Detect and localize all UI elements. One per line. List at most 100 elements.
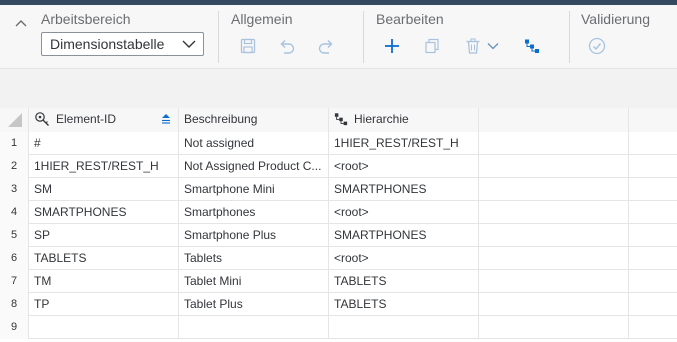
empty-cell[interactable]: [629, 132, 677, 155]
copy-button[interactable]: [421, 35, 443, 57]
element-id-cell[interactable]: #: [29, 132, 179, 155]
empty-cell[interactable]: [479, 132, 629, 155]
table-row[interactable]: 4 SMARTPHONES Smartphones <root>: [0, 201, 677, 224]
redo-icon: [318, 40, 333, 54]
table-row[interactable]: 5 SP Smartphone Plus SMARTPHONES: [0, 224, 677, 247]
description-cell[interactable]: Tablets: [179, 247, 329, 270]
general-title: Allgemein: [231, 11, 293, 27]
description-cell[interactable]: Not Assigned Product C...: [179, 155, 329, 178]
empty-cell[interactable]: [479, 293, 629, 316]
column-header-description[interactable]: Beschreibung: [179, 108, 329, 132]
validate-button[interactable]: [586, 35, 608, 57]
table-row[interactable]: 2 1HIER_REST/REST_H Not Assigned Product…: [0, 155, 677, 178]
empty-cell[interactable]: [479, 155, 629, 178]
description-cell[interactable]: Smartphone Plus: [179, 224, 329, 247]
empty-cell[interactable]: [479, 201, 629, 224]
description-cell[interactable]: Smartphone Mini: [179, 178, 329, 201]
empty-cell[interactable]: [629, 178, 677, 201]
column-header-label: Element-ID: [56, 112, 117, 126]
hierarchy-icon: [334, 113, 348, 125]
table-row[interactable]: 1 # Not assigned 1HIER_REST/REST_H: [0, 132, 677, 155]
table-row[interactable]: 6 TABLETS Tablets <root>: [0, 247, 677, 270]
table-row[interactable]: 8 TP Tablet Plus TABLETS: [0, 293, 677, 316]
empty-cell[interactable]: [479, 178, 629, 201]
hierarchy-button[interactable]: [521, 35, 543, 57]
empty-cell[interactable]: [629, 224, 677, 247]
element-id-cell[interactable]: [29, 316, 179, 339]
empty-cell[interactable]: [479, 316, 629, 339]
workspace-title: Arbeitsbereich: [41, 11, 131, 27]
empty-cell[interactable]: [479, 247, 629, 270]
element-id-cell[interactable]: SP: [29, 224, 179, 247]
row-number[interactable]: 1: [0, 132, 29, 155]
key-search-icon: [35, 112, 49, 126]
redo-button[interactable]: [315, 35, 337, 57]
column-header-element-id[interactable]: Element-ID: [29, 108, 179, 132]
delete-options-button[interactable]: [484, 35, 502, 57]
corner-triangle-icon: [8, 113, 22, 127]
element-id-cell[interactable]: 1HIER_REST/REST_H: [29, 155, 179, 178]
column-header-hierarchy[interactable]: Hierarchie: [329, 108, 479, 132]
save-button[interactable]: [237, 35, 259, 57]
row-number[interactable]: 9: [0, 316, 29, 339]
delete-icon: [466, 38, 480, 54]
workspace-select[interactable]: Dimensionstabelle: [41, 32, 204, 56]
description-cell[interactable]: Not assigned: [179, 132, 329, 155]
table-row[interactable]: 7 TM Tablet Mini TABLETS: [0, 270, 677, 293]
row-number[interactable]: 5: [0, 224, 29, 247]
element-id-cell[interactable]: SM: [29, 178, 179, 201]
empty-cell[interactable]: [479, 270, 629, 293]
row-number[interactable]: 6: [0, 247, 29, 270]
hierarchy-cell[interactable]: <root>: [329, 201, 479, 224]
column-header-label: Beschreibung: [184, 112, 258, 126]
workspace-section: Arbeitsbereich Dimensionstabelle: [0, 5, 218, 68]
column-header-empty[interactable]: [629, 108, 677, 132]
add-button[interactable]: [381, 35, 403, 57]
secondary-toolbar: [0, 69, 677, 109]
row-number[interactable]: 3: [0, 178, 29, 201]
description-cell[interactable]: [179, 316, 329, 339]
empty-cell[interactable]: [629, 155, 677, 178]
row-number[interactable]: 7: [0, 270, 29, 293]
hierarchy-cell[interactable]: TABLETS: [329, 270, 479, 293]
edit-section: Bearbeiten: [364, 5, 569, 68]
empty-cell[interactable]: [629, 316, 677, 339]
select-all-corner[interactable]: [0, 108, 29, 132]
empty-cell[interactable]: [629, 247, 677, 270]
column-header-label: Hierarchie: [354, 112, 409, 126]
undo-button[interactable]: [276, 35, 298, 57]
element-id-cell[interactable]: SMARTPHONES: [29, 201, 179, 224]
chevron-down-icon: [182, 40, 196, 48]
row-number[interactable]: 4: [0, 201, 29, 224]
chevron-up-icon: [15, 20, 27, 27]
table-row[interactable]: 9: [0, 316, 677, 339]
hierarchy-cell[interactable]: TABLETS: [329, 293, 479, 316]
hierarchy-cell[interactable]: <root>: [329, 155, 479, 178]
delete-button[interactable]: [462, 35, 484, 57]
table-row[interactable]: 3 SM Smartphone Mini SMARTPHONES: [0, 178, 677, 201]
row-number[interactable]: 8: [0, 293, 29, 316]
description-cell[interactable]: Smartphones: [179, 201, 329, 224]
hierarchy-cell[interactable]: SMARTPHONES: [329, 224, 479, 247]
empty-cell[interactable]: [479, 224, 629, 247]
hierarchy-cell[interactable]: 1HIER_REST/REST_H: [329, 132, 479, 155]
hierarchy-cell[interactable]: SMARTPHONES: [329, 178, 479, 201]
collapse-toolbar-button[interactable]: [11, 13, 31, 33]
column-header-empty[interactable]: [479, 108, 629, 132]
empty-cell[interactable]: [629, 201, 677, 224]
description-cell[interactable]: Tablet Mini: [179, 270, 329, 293]
validation-title: Validierung: [581, 11, 651, 27]
sort-icon[interactable]: [160, 113, 172, 125]
undo-icon: [280, 40, 295, 54]
element-id-cell[interactable]: TP: [29, 293, 179, 316]
add-icon: [385, 39, 399, 53]
hierarchy-cell[interactable]: <root>: [329, 247, 479, 270]
description-cell[interactable]: Tablet Plus: [179, 293, 329, 316]
hierarchy-cell[interactable]: [329, 316, 479, 339]
empty-cell[interactable]: [629, 293, 677, 316]
element-id-cell[interactable]: TABLETS: [29, 247, 179, 270]
row-number[interactable]: 2: [0, 155, 29, 178]
empty-cell[interactable]: [629, 270, 677, 293]
workspace-select-value: Dimensionstabelle: [50, 36, 165, 52]
element-id-cell[interactable]: TM: [29, 270, 179, 293]
